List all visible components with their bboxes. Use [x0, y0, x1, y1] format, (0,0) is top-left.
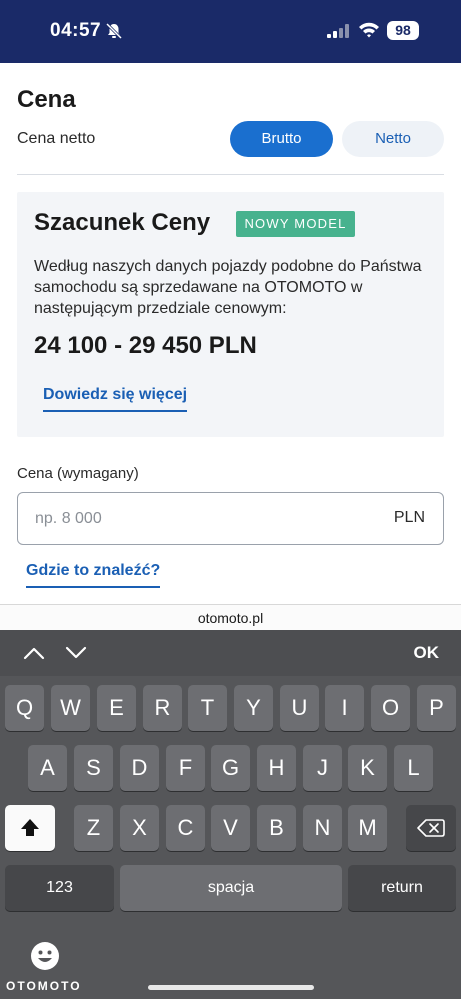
- net-price-label: Cena netto: [17, 130, 96, 147]
- space-key[interactable]: spacja: [120, 865, 342, 911]
- bell-slash-icon: [105, 22, 123, 40]
- key-g[interactable]: G: [211, 745, 250, 791]
- key-s[interactable]: S: [74, 745, 113, 791]
- key-h[interactable]: H: [257, 745, 296, 791]
- return-key[interactable]: return: [348, 865, 456, 911]
- key-j[interactable]: J: [303, 745, 342, 791]
- key-u[interactable]: U: [280, 685, 319, 731]
- key-t[interactable]: T: [188, 685, 227, 731]
- backspace-key[interactable]: [406, 805, 456, 851]
- section-divider: [17, 174, 444, 175]
- key-a[interactable]: A: [28, 745, 67, 791]
- key-p[interactable]: P: [417, 685, 456, 731]
- key-l[interactable]: L: [394, 745, 433, 791]
- browser-url-bar[interactable]: otomoto.pl: [0, 604, 461, 630]
- currency-unit: PLN: [393, 509, 425, 526]
- key-b[interactable]: B: [257, 805, 296, 851]
- estimate-title: Szacunek Ceny: [34, 209, 211, 236]
- status-time: 04:57: [50, 20, 102, 41]
- shift-icon: [21, 819, 39, 836]
- key-e[interactable]: E: [97, 685, 136, 731]
- brand-logo-text: OTOMOTO: [6, 979, 82, 993]
- price-field-label: Cena (wymagany): [17, 465, 139, 482]
- estimate-price-range: 24 100 - 29 450 PLN: [34, 332, 257, 359]
- key-i[interactable]: I: [325, 685, 364, 731]
- chevron-up-icon[interactable]: [22, 643, 46, 663]
- chevron-down-icon[interactable]: [64, 643, 88, 663]
- key-c[interactable]: C: [166, 805, 205, 851]
- keyboard-accessory-bar: OK: [0, 630, 461, 676]
- key-o[interactable]: O: [371, 685, 410, 731]
- price-field[interactable]: PLN: [17, 492, 444, 545]
- new-model-badge: NOWY MODEL: [236, 211, 355, 237]
- battery-icon: 98: [387, 21, 419, 40]
- key-m[interactable]: M: [348, 805, 387, 851]
- key-n[interactable]: N: [303, 805, 342, 851]
- key-k[interactable]: K: [348, 745, 387, 791]
- key-x[interactable]: X: [120, 805, 159, 851]
- keyboard-done-button[interactable]: OK: [414, 643, 440, 663]
- key-q[interactable]: Q: [5, 685, 44, 731]
- home-indicator[interactable]: [148, 985, 314, 990]
- price-estimate-card: Szacunek Ceny NOWY MODEL Według naszych …: [17, 192, 444, 437]
- wifi-icon: [359, 22, 379, 38]
- backspace-icon: [417, 819, 445, 837]
- numbers-key[interactable]: 123: [5, 865, 114, 911]
- section-title: Cena: [17, 86, 76, 113]
- key-z[interactable]: Z: [74, 805, 113, 851]
- on-screen-keyboard: OK Q W E R T Y U I O P A S D F G H J K L…: [0, 630, 461, 999]
- price-input[interactable]: [35, 507, 365, 531]
- key-r[interactable]: R: [143, 685, 182, 731]
- key-v[interactable]: V: [211, 805, 250, 851]
- toggle-brutto-button[interactable]: Brutto: [230, 121, 333, 157]
- learn-more-link[interactable]: Dowiedz się więcej: [43, 386, 188, 412]
- toggle-netto-button[interactable]: Netto: [342, 121, 444, 157]
- key-d[interactable]: D: [120, 745, 159, 791]
- signal-icon: [327, 24, 349, 38]
- estimate-description: Według naszych danych pojazdy podobne do…: [34, 258, 422, 317]
- emoji-icon[interactable]: [30, 941, 60, 971]
- shift-key[interactable]: [5, 805, 55, 851]
- where-to-find-link[interactable]: Gdzie to znaleźć?: [26, 562, 161, 588]
- key-f[interactable]: F: [166, 745, 205, 791]
- key-w[interactable]: W: [51, 685, 90, 731]
- status-bar: 04:57 98: [0, 0, 461, 63]
- key-y[interactable]: Y: [234, 685, 273, 731]
